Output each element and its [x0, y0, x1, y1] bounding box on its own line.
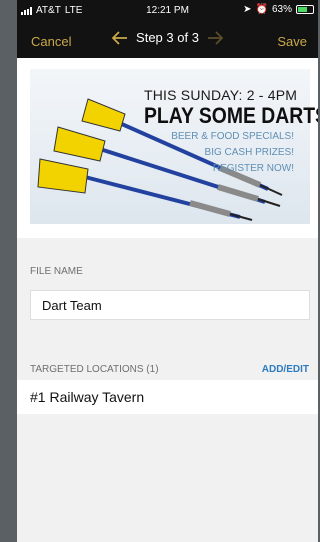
banner-section: THIS SUNDAY: 2 - 4PM PLAY SOME DARTS! BE… [17, 58, 318, 238]
app-screen: AT&T LTE 12:21 PM ➤ ⏰ 63% Cancel Step 3 … [17, 0, 318, 542]
banner-headline-time: THIS SUNDAY: 2 - 4PM [144, 87, 298, 103]
alarm-icon: ⏰ [255, 4, 268, 15]
save-button[interactable]: Save [277, 34, 307, 49]
location-icon: ➤ [243, 4, 252, 15]
back-arrow-icon[interactable] [111, 29, 132, 46]
file-name-label: FILE NAME [30, 266, 83, 277]
location-name: #1 Railway Tavern [30, 389, 145, 405]
banner-headline: PLAY SOME DARTS! [144, 103, 318, 128]
battery-fill [298, 7, 307, 12]
step-title: Step 3 of 3 [136, 30, 199, 46]
header: AT&T LTE 12:21 PM ➤ ⏰ 63% Cancel Step 3 … [17, 0, 318, 58]
step-indicator: Step 3 of 3 [17, 29, 318, 47]
promo-banner-image[interactable]: THIS SUNDAY: 2 - 4PM PLAY SOME DARTS! BE… [30, 69, 318, 224]
status-right: ➤ ⏰ 63% [243, 4, 314, 15]
file-name-input[interactable]: Dart Team [30, 290, 310, 320]
banner-line-register: REGISTER NOW! [212, 163, 294, 174]
location-list-item[interactable]: #1 Railway Tavern [17, 380, 318, 414]
nav-bar: Cancel Step 3 of 3 Save [17, 20, 318, 58]
banner-line-prizes: BIG CASH PRIZES! [204, 147, 294, 158]
targeted-locations-label: TARGETED LOCATIONS (1) [30, 364, 159, 375]
battery-icon [296, 5, 314, 14]
status-bar: AT&T LTE 12:21 PM ➤ ⏰ 63% [17, 0, 318, 20]
forward-arrow-icon [207, 29, 224, 46]
banner-line-specials: BEER & FOOD SPECIALS! [171, 131, 294, 142]
add-edit-locations-button[interactable]: ADD/EDIT [262, 364, 309, 375]
battery-percent: 63% [271, 4, 292, 15]
